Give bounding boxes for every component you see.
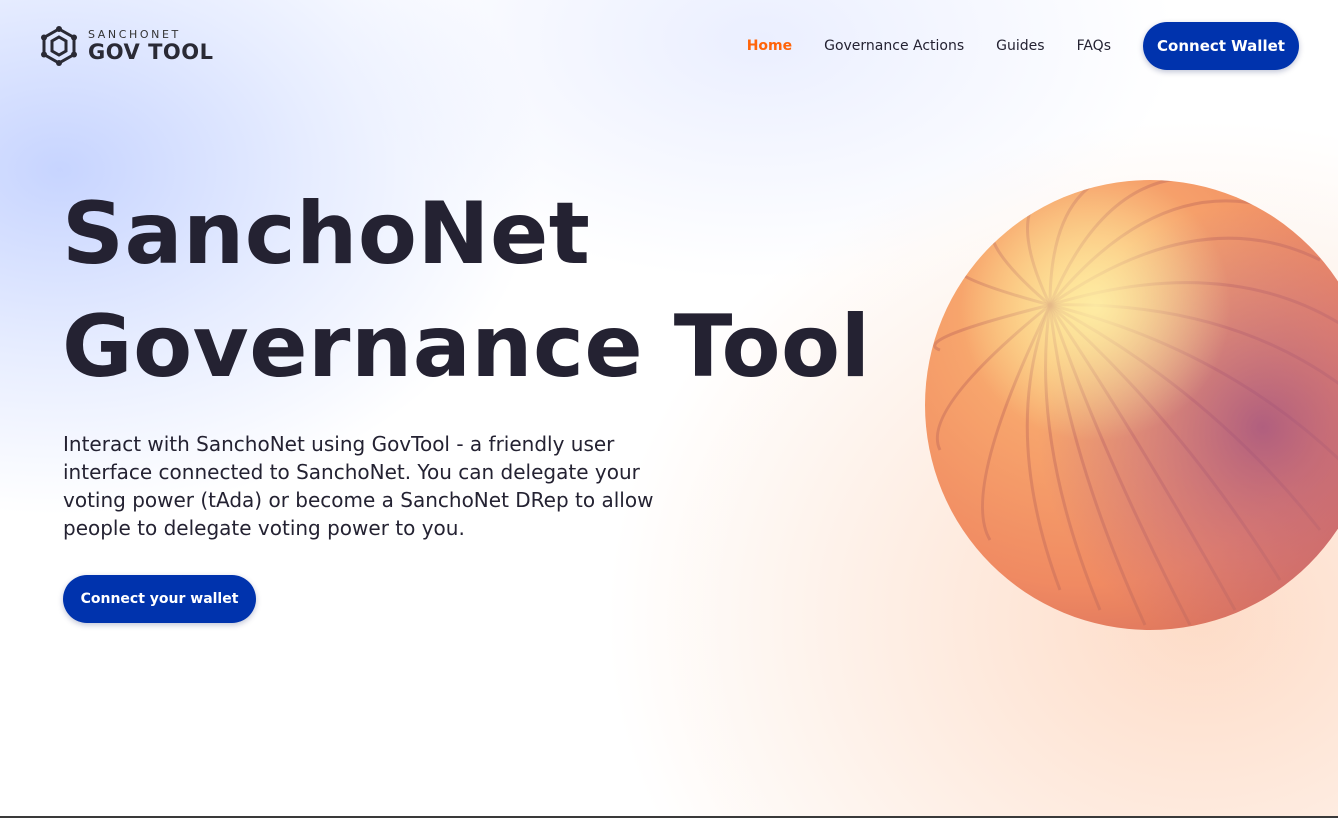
- nav-home-link[interactable]: Home: [747, 38, 792, 54]
- nav-guides-link[interactable]: Guides: [996, 38, 1044, 54]
- connect-your-wallet-button[interactable]: Connect your wallet: [63, 575, 256, 623]
- orange-ribbed-sphere-illustration: [925, 180, 1338, 630]
- hero-title: SanchoNet Governance Tool: [62, 178, 871, 404]
- logo-big-text: GOV TOOL: [88, 40, 214, 64]
- top-nav: Home Governance Actions Guides FAQs Conn…: [747, 22, 1299, 70]
- hero-description: Interact with SanchoNet using GovTool - …: [63, 432, 654, 540]
- sphere-ribs: [925, 180, 1338, 630]
- nav-governance-actions-link[interactable]: Governance Actions: [824, 38, 964, 54]
- connect-wallet-button[interactable]: Connect Wallet: [1143, 22, 1299, 70]
- page: SANCHONET GOV TOOL Home Governance Actio…: [0, 0, 1338, 818]
- nav-faqs-link[interactable]: FAQs: [1077, 38, 1111, 54]
- hero-title-line-1: SanchoNet: [62, 184, 591, 284]
- govtool-hexagon-logo-icon: [41, 26, 77, 66]
- logo[interactable]: SANCHONET GOV TOOL: [38, 26, 218, 66]
- logo-small-text: SANCHONET: [88, 28, 181, 41]
- hero-title-line-2: Governance Tool: [62, 297, 871, 397]
- logo-text: SANCHONET GOV TOOL: [88, 29, 214, 63]
